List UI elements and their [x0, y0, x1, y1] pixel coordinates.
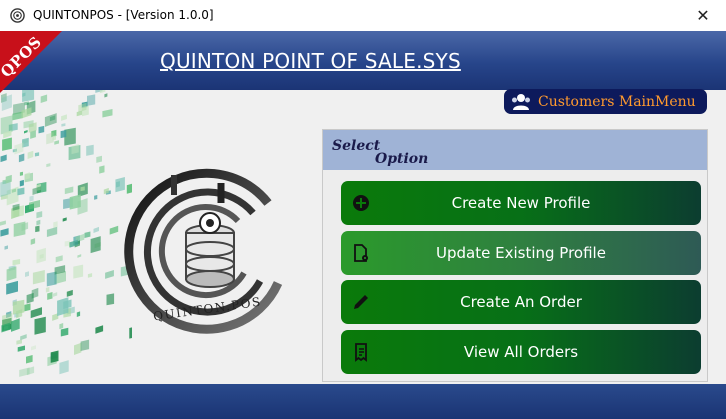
close-icon: ✕	[696, 6, 710, 25]
plus-circle-icon	[353, 195, 369, 211]
footer-banner	[0, 384, 726, 419]
quintonpos-logo: QUINTON.POS	[124, 168, 283, 334]
select-option-panel: Select Option Create New Profile Update …	[322, 129, 708, 382]
page-title: QUINTON POINT OF SALE.SYS	[160, 49, 461, 73]
panel-header: Select Option	[323, 130, 707, 170]
app-icon	[10, 8, 25, 23]
update-existing-profile-label: Update Existing Profile	[436, 244, 606, 262]
create-an-order-button[interactable]: Create An Order	[341, 280, 701, 324]
panel-heading-select: Select	[332, 138, 381, 154]
window-titlebar: QUINTONPOS - [Version 1.0.0] ✕	[0, 0, 726, 32]
file-gear-icon	[354, 244, 368, 262]
create-an-order-label: Create An Order	[460, 293, 582, 311]
customers-mainmenu-label: Customers MainMenu	[538, 93, 696, 110]
window-title: QUINTONPOS - [Version 1.0.0]	[33, 8, 214, 22]
view-all-orders-label: View All Orders	[463, 343, 579, 361]
decorative-mosaic-image	[0, 90, 132, 377]
create-new-profile-button[interactable]: Create New Profile	[341, 181, 701, 225]
view-all-orders-button[interactable]: View All Orders	[341, 330, 701, 374]
create-new-profile-label: Create New Profile	[451, 194, 591, 212]
panel-heading-option: Option	[375, 151, 429, 167]
pencil-icon	[354, 295, 368, 309]
update-existing-profile-button[interactable]: Update Existing Profile	[341, 231, 701, 275]
receipt-icon	[355, 343, 367, 362]
users-icon	[512, 93, 530, 110]
customers-mainmenu-button[interactable]: Customers MainMenu	[504, 89, 707, 114]
close-button[interactable]: ✕	[680, 0, 726, 31]
